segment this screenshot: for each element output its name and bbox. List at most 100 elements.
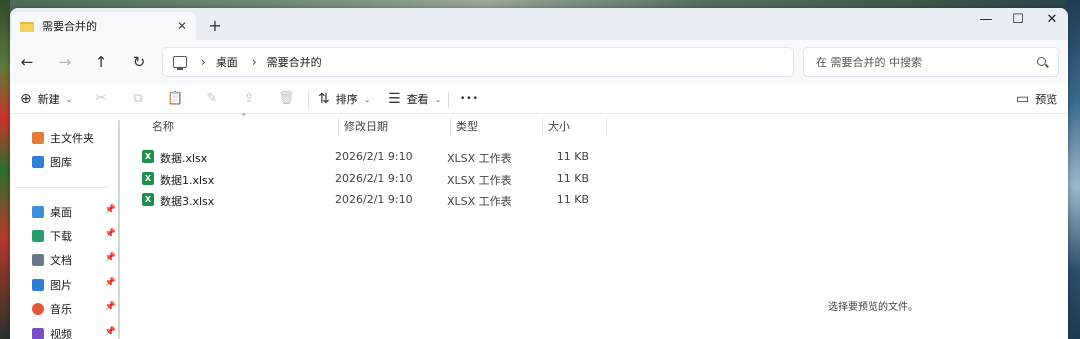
music-icon (32, 303, 44, 315)
sidebar-item-label: 音乐 (50, 303, 72, 316)
view-button[interactable]: ☰ 查看 ⌄ (388, 84, 441, 114)
sidebar-item-label: 桌面 (50, 206, 72, 219)
sidebar-item-label: 主文件夹 (50, 132, 94, 145)
toolbar-divider (308, 92, 309, 108)
pin-icon[interactable]: 📌 (105, 278, 116, 288)
desktop-icon (32, 206, 44, 218)
file-type: XLSX 工作表 (447, 152, 512, 165)
pictures-icon (32, 279, 44, 291)
new-tab-button[interactable]: + (206, 17, 224, 35)
paste-icon[interactable]: 📋 (167, 91, 183, 107)
sidebar-item-downloads[interactable]: 下载 📌 (32, 226, 116, 246)
breadcrumb-current-folder[interactable]: 需要合并的 (267, 54, 322, 70)
preview-pane-icon: ▭ (1016, 91, 1030, 107)
chevron-down-icon: ⌄ (65, 94, 73, 104)
sidebar-item-documents[interactable]: 文档 📌 (32, 250, 116, 270)
this-pc-icon[interactable] (173, 56, 187, 70)
download-icon (32, 230, 44, 242)
excel-file-icon: X (142, 150, 154, 163)
delete-icon[interactable]: 🗑 (278, 91, 295, 107)
preview-label: 预览 (1035, 93, 1058, 106)
sort-icon: ⇅ (318, 91, 330, 107)
close-tab-icon[interactable]: ✕ (174, 18, 190, 34)
sidebar-item-desktop[interactable]: 桌面 📌 (32, 202, 116, 222)
forward-button[interactable]: → (54, 52, 76, 72)
file-size: 11 KB (556, 193, 589, 206)
more-options-button[interactable]: ••• (460, 84, 479, 114)
file-type: XLSX 工作表 (447, 195, 512, 208)
search-box[interactable] (803, 47, 1059, 77)
copy-icon[interactable]: ⧉ (130, 91, 146, 107)
tab-bar: 需要合并的 ✕ + — ☐ ✕ (10, 8, 1068, 40)
file-explorer-window: 需要合并的 ✕ + — ☐ ✕ ← → ↑ ↻ › 桌面 › 需要合并的 ⊕ 新… (10, 8, 1068, 339)
address-bar[interactable]: › 桌面 › 需要合并的 (162, 47, 794, 77)
sidebar-item-label: 文档 (50, 254, 72, 267)
column-header-type[interactable]: 类型 (456, 117, 478, 137)
pin-icon[interactable]: 📌 (105, 302, 116, 312)
pin-icon[interactable]: 📌 (105, 327, 116, 337)
sidebar-divider (16, 187, 108, 188)
column-divider[interactable] (450, 118, 451, 136)
breadcrumb-separator[interactable]: › (252, 55, 257, 69)
navigation-bar: ← → ↑ ↻ › 桌面 › 需要合并的 (10, 40, 1068, 84)
minimize-button[interactable]: — (970, 8, 1002, 34)
refresh-button[interactable]: ↻ (128, 52, 150, 72)
column-header-size[interactable]: 大小 (548, 117, 570, 137)
sidebar-item-label: 下载 (50, 230, 72, 243)
videos-icon (32, 328, 44, 339)
column-divider[interactable] (542, 118, 543, 136)
file-type: XLSX 工作表 (447, 174, 512, 187)
sidebar-item-label: 视频 (50, 328, 72, 339)
tab-current-folder[interactable]: 需要合并的 ✕ (12, 12, 196, 40)
new-label: 新建 (37, 93, 60, 106)
breadcrumb-separator[interactable]: › (201, 55, 206, 69)
up-button[interactable]: ↑ (90, 52, 112, 72)
column-divider[interactable] (338, 118, 339, 136)
search-input[interactable] (816, 55, 1026, 69)
file-date: 2026/2/1 9:10 (335, 172, 413, 185)
table-row[interactable]: X 数据.xlsx 2026/2/1 9:10 XLSX 工作表 11 KB (142, 146, 612, 166)
view-list-icon: ☰ (388, 91, 401, 107)
tab-title: 需要合并的 (42, 20, 97, 33)
chevron-down-icon: ⌄ (363, 94, 371, 104)
cut-icon[interactable]: ✂ (93, 91, 109, 107)
table-row[interactable]: X 数据3.xlsx 2026/2/1 9:10 XLSX 工作表 11 KB (142, 189, 612, 209)
new-button[interactable]: ⊕ 新建 ⌄ (20, 84, 72, 114)
file-date: 2026/2/1 9:10 (335, 193, 413, 206)
preview-pane-button[interactable]: ▭ 预览 (1016, 84, 1057, 114)
column-divider[interactable] (606, 118, 607, 136)
search-icon[interactable] (1037, 57, 1046, 66)
table-row[interactable]: X 数据1.xlsx 2026/2/1 9:10 XLSX 工作表 11 KB (142, 168, 612, 188)
column-header-name[interactable]: 名称 (152, 117, 174, 137)
file-name: 数据1.xlsx (160, 174, 215, 187)
sidebar-scrollbar[interactable] (118, 120, 120, 339)
file-name: 数据.xlsx (160, 152, 208, 165)
sidebar-item-music[interactable]: 音乐 📌 (32, 299, 116, 319)
excel-file-icon: X (142, 172, 154, 185)
sidebar-item-home[interactable]: 主文件夹 (32, 128, 116, 148)
file-list-pane: 名称 ⌃ 修改日期 类型 大小 X 数据.xlsx 2026/2/1 9:10 … (122, 113, 1068, 339)
view-label: 查看 (406, 93, 429, 106)
sort-button[interactable]: ⇅ 排序 ⌄ (318, 84, 370, 114)
back-button[interactable]: ← (16, 52, 38, 72)
desktop-edge-right (1066, 0, 1080, 339)
excel-file-icon: X (142, 193, 154, 206)
pin-icon[interactable]: 📌 (105, 229, 116, 239)
share-icon[interactable]: ⇪ (241, 91, 257, 107)
file-size: 11 KB (556, 150, 589, 163)
close-window-button[interactable]: ✕ (1036, 8, 1068, 34)
rename-icon[interactable]: ✎ (204, 91, 220, 107)
sidebar-item-videos[interactable]: 视频 📌 (32, 324, 116, 339)
column-header-date[interactable]: 修改日期 (344, 117, 388, 137)
sidebar-item-pictures[interactable]: 图片 📌 (32, 275, 116, 295)
breadcrumb-desktop[interactable]: 桌面 (216, 54, 238, 70)
preview-placeholder-text: 选择要预览的文件。 (828, 302, 918, 313)
maximize-button[interactable]: ☐ (1002, 8, 1034, 34)
sidebar-item-gallery[interactable]: 图库 (32, 152, 116, 172)
navigation-pane: 主文件夹 图库 桌面 📌 下载 📌 文档 📌 图片 📌 音乐 📌 视频 📌 (10, 114, 122, 339)
pin-icon[interactable]: 📌 (105, 253, 116, 263)
folder-icon (20, 21, 34, 32)
plus-circle-icon: ⊕ (20, 91, 32, 107)
documents-icon (32, 254, 44, 266)
pin-icon[interactable]: 📌 (105, 205, 116, 215)
